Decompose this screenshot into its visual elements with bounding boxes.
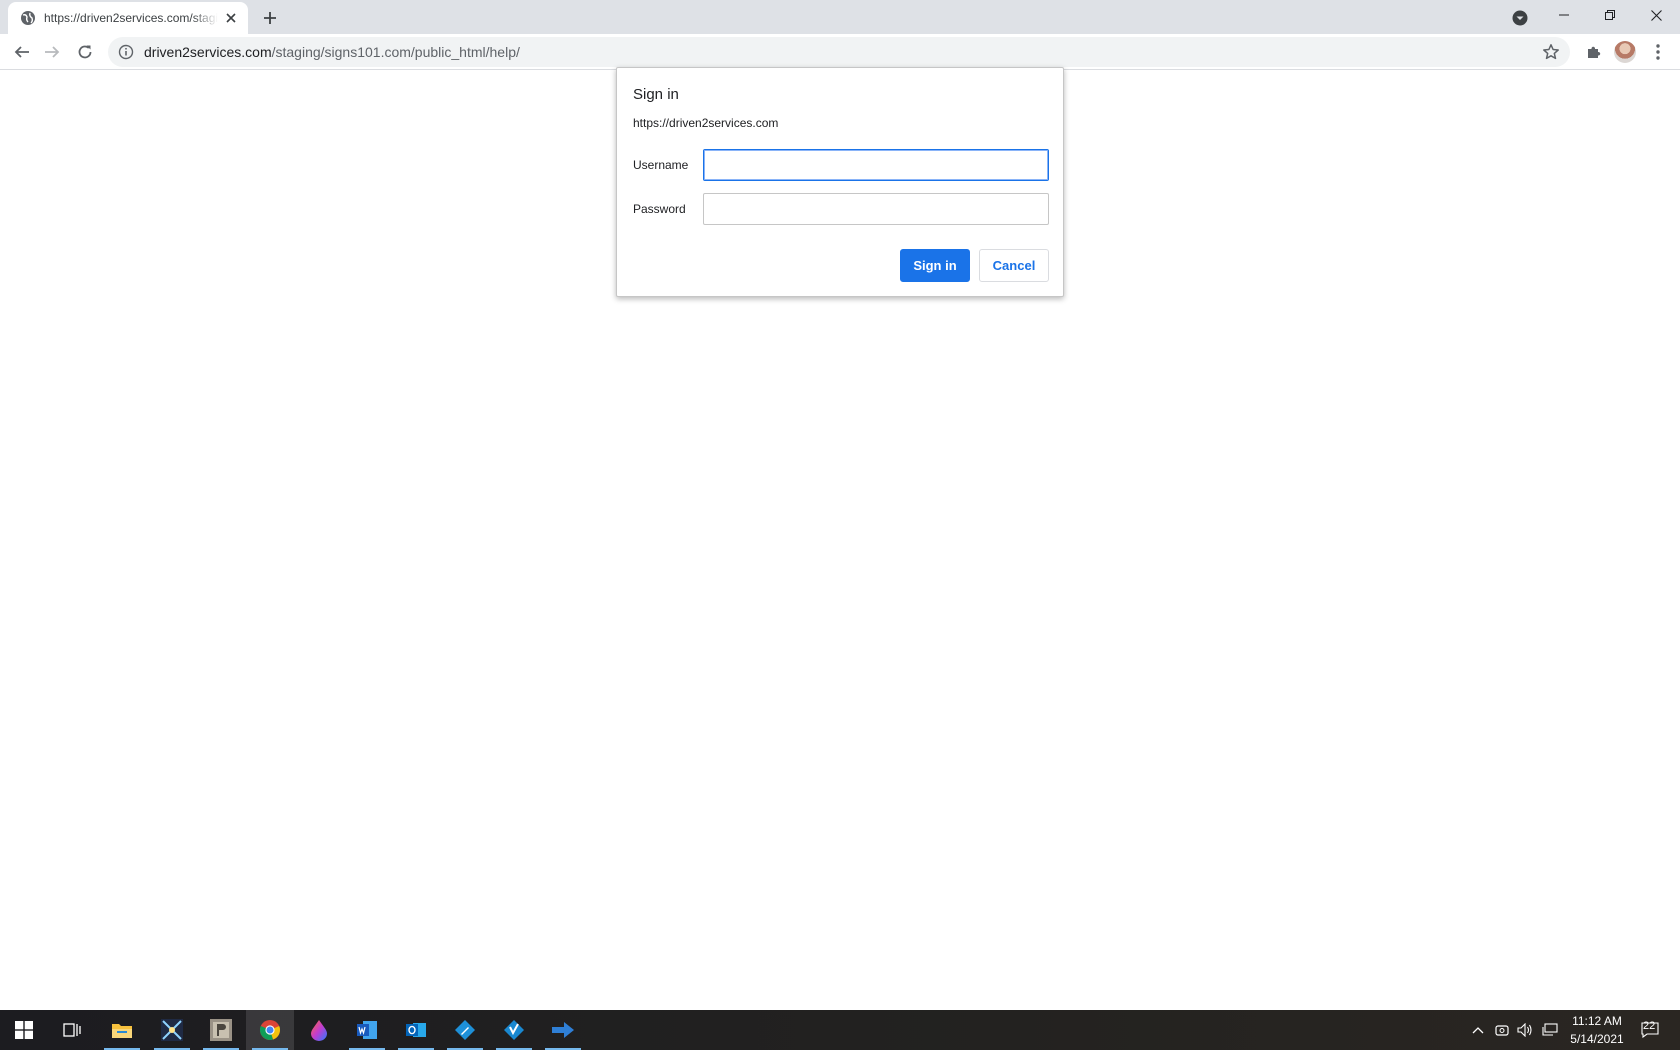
- meet-now-tray-button[interactable]: [1492, 1020, 1512, 1040]
- browser-tab[interactable]: https://driven2services.com/staging/sign…: [8, 2, 248, 34]
- blue-diamond-pen-icon: [455, 1020, 475, 1040]
- reload-button[interactable]: [71, 38, 99, 66]
- notification-count: 22: [1643, 1020, 1656, 1032]
- blue-arrow-icon: [552, 1022, 574, 1038]
- tab-title: https://driven2services.com/staging/sign…: [44, 11, 218, 25]
- color-drop-icon: [311, 1020, 327, 1041]
- extensions-button[interactable]: [1582, 40, 1606, 64]
- taskbar-clock[interactable]: 11:12 AM 5/14/2021: [1562, 1012, 1632, 1048]
- close-icon: [1650, 9, 1662, 21]
- tab-search-button[interactable]: [1508, 6, 1532, 30]
- profile-button[interactable]: [1613, 40, 1637, 64]
- folder-icon: [112, 1024, 132, 1038]
- arrow-app-taskbar-button[interactable]: [539, 1010, 587, 1050]
- network-tray-button[interactable]: [1540, 1020, 1560, 1040]
- show-hidden-icons-button[interactable]: [1468, 1020, 1488, 1040]
- photo-app-taskbar-button[interactable]: [197, 1010, 245, 1050]
- password-input[interactable]: [703, 193, 1049, 225]
- app-taskbar-button[interactable]: [148, 1010, 196, 1050]
- forward-button[interactable]: [38, 38, 66, 66]
- new-tab-button[interactable]: [258, 6, 282, 30]
- puzzle-icon: [1588, 46, 1601, 58]
- address-bar[interactable]: driven2services.com/staging/signs101.com…: [108, 37, 1570, 67]
- menu-button[interactable]: [1646, 40, 1670, 64]
- arrow-right-icon: [45, 46, 60, 58]
- restore-button[interactable]: [1587, 0, 1633, 30]
- back-button[interactable]: [8, 38, 36, 66]
- sparkle-app-icon: [161, 1019, 183, 1041]
- photo-app-icon: [210, 1019, 232, 1041]
- chevron-down-circle-icon: [1512, 10, 1528, 26]
- chrome-taskbar-button[interactable]: [246, 1010, 294, 1050]
- browser-toolbar: driven2services.com/staging/signs101.com…: [0, 34, 1680, 70]
- sign-in-button[interactable]: Sign in: [900, 249, 970, 282]
- clock-date: 5/14/2021: [1570, 1032, 1624, 1046]
- username-label: Username: [633, 158, 689, 172]
- arrow-left-icon: [14, 46, 29, 58]
- sign-in-dialog: Sign in https://driven2services.com User…: [616, 67, 1064, 297]
- file-explorer-taskbar-button[interactable]: [98, 1010, 146, 1050]
- chrome-icon: [259, 1020, 281, 1040]
- volume-tray-button[interactable]: [1515, 1020, 1535, 1040]
- blue-diamond-check-app-taskbar-button[interactable]: [490, 1010, 538, 1050]
- url-text[interactable]: driven2services.com/staging/signs101.com…: [144, 44, 520, 60]
- tab-strip: https://driven2services.com/staging/sign…: [0, 0, 1680, 34]
- dialog-title: Sign in: [633, 86, 679, 103]
- start-button[interactable]: [0, 1010, 48, 1050]
- minimize-button[interactable]: [1541, 0, 1587, 30]
- network-icon: [1542, 1023, 1558, 1036]
- task-view-button[interactable]: [48, 1010, 96, 1050]
- clock-time: 11:12 AM: [1572, 1014, 1622, 1028]
- taskbar: 11:12 AM 5/14/2021 22: [0, 1010, 1680, 1050]
- outlook-taskbar-button[interactable]: [392, 1010, 440, 1050]
- url-path: /staging/signs101.com/public_html/help/: [271, 44, 520, 60]
- avatar: [1614, 41, 1636, 63]
- username-input[interactable]: [703, 149, 1049, 181]
- speaker-icon: [1517, 1023, 1532, 1037]
- blue-diamond-app-taskbar-button[interactable]: [441, 1010, 489, 1050]
- globe-icon: [21, 11, 35, 25]
- bookmark-star-icon[interactable]: [1542, 43, 1560, 61]
- password-label: Password: [633, 202, 686, 216]
- kebab-menu-icon: [1656, 44, 1660, 60]
- restore-icon: [1605, 10, 1615, 20]
- info-icon[interactable]: [118, 44, 134, 60]
- word-icon: [357, 1021, 377, 1039]
- windows-logo-icon: [15, 1021, 33, 1039]
- blue-diamond-check-icon: [504, 1020, 524, 1040]
- url-host: driven2services.com: [144, 44, 272, 60]
- close-tab-icon[interactable]: [222, 9, 240, 27]
- reload-icon: [78, 45, 92, 59]
- minimize-icon: [1559, 14, 1569, 16]
- plus-icon: [264, 12, 276, 24]
- chevron-up-icon: [1472, 1027, 1484, 1034]
- cancel-button[interactable]: Cancel: [979, 249, 1049, 282]
- outlook-icon: [406, 1023, 426, 1037]
- word-taskbar-button[interactable]: [343, 1010, 391, 1050]
- task-view-icon: [63, 1023, 81, 1037]
- dialog-origin: https://driven2services.com: [633, 116, 779, 130]
- close-window-button[interactable]: [1633, 0, 1679, 30]
- color-drop-app-taskbar-button[interactable]: [295, 1010, 343, 1050]
- camera-icon: [1495, 1025, 1509, 1036]
